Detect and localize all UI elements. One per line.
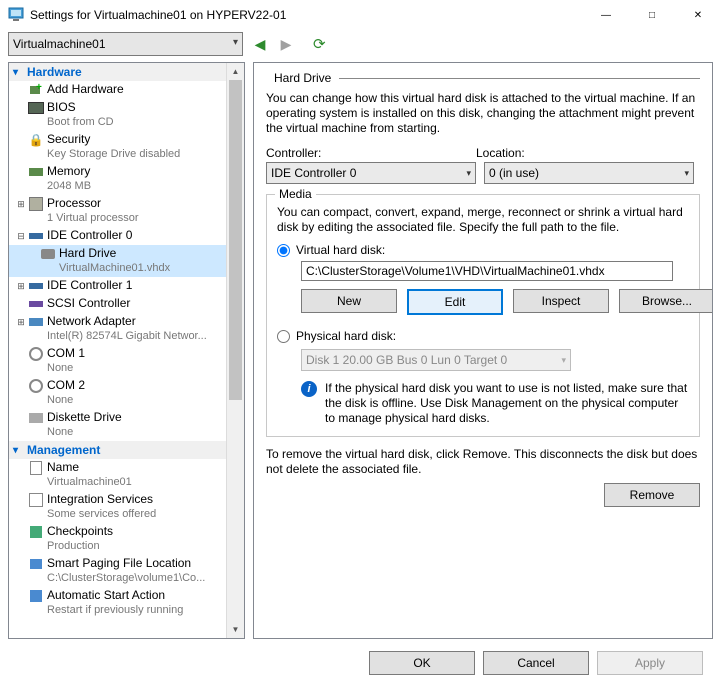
chevron-down-icon: ▾ [466,168,471,179]
tree-processor[interactable]: ⊞ Processor1 Virtual processor [9,195,226,227]
controller-icon [29,283,43,289]
maximize-button[interactable]: □ [629,0,675,30]
apply-button: Apply [597,651,703,675]
controller-icon [29,233,43,239]
new-button[interactable]: New [301,289,397,313]
tree-security[interactable]: 🔒 SecurityKey Storage Drive disabled [9,131,226,163]
diskette-icon [29,413,43,423]
nav-forward-icon: ▶ [277,36,295,53]
svg-text:+: + [36,83,42,93]
chevron-down-icon: ▾ [13,445,23,456]
cancel-button[interactable]: Cancel [483,651,589,675]
tree-scrollbar[interactable]: ▲ ▼ [226,63,244,638]
tree-name[interactable]: NameVirtualmachine01 [9,459,226,491]
panel-heading: Hard Drive [274,71,331,85]
remove-button[interactable]: Remove [604,483,700,507]
vm-selector-value: Virtualmachine01 [13,37,106,51]
tree-add-hardware[interactable]: + Add Hardware [9,81,226,99]
tree-ide1[interactable]: ⊞ IDE Controller 1 [9,277,226,295]
tree-paging-location[interactable]: Smart Paging File LocationC:\ClusterStor… [9,555,226,587]
paging-icon [30,559,42,569]
physical-disk-dropdown: Disk 1 20.00 GB Bus 0 Lun 0 Target 0 ▾ [301,349,571,371]
controller-value: IDE Controller 0 [271,166,356,180]
integration-icon [29,493,43,507]
tree-bios[interactable]: BIOSBoot from CD [9,99,226,131]
network-icon [29,318,43,326]
titlebar: Settings for Virtualmachine01 on HYPERV2… [0,0,721,30]
app-icon [8,6,24,25]
media-legend: Media [275,187,316,201]
chevron-down-icon: ▾ [561,355,566,366]
tree-scsi[interactable]: SCSI Controller [9,295,226,313]
hard-drive-icon [41,249,55,259]
media-groupbox: Media You can compact, convert, expand, … [266,194,700,437]
physical-disk-value: Disk 1 20.00 GB Bus 0 Lun 0 Target 0 [306,353,507,367]
chevron-down-icon: ▾ [684,168,689,179]
checkpoints-icon [30,526,42,538]
info-icon: i [301,381,317,397]
ok-button[interactable]: OK [369,651,475,675]
controller-label: Controller: [266,146,476,160]
chevron-down-icon: ▾ [13,67,23,78]
settings-tree: ▾ Hardware + Add Hardware BIOSBoot from … [8,62,245,639]
details-panel: Hard Drive You can change how this virtu… [253,62,713,639]
section-label: Management [27,443,100,457]
scroll-down-icon[interactable]: ▼ [227,621,244,638]
close-button[interactable]: ✕ [675,0,721,30]
panel-description: You can change how this virtual hard dis… [266,91,700,136]
minimize-button[interactable]: — [583,0,629,30]
nav-back-icon[interactable]: ◀ [251,36,269,53]
auto-start-icon [30,590,42,602]
physical-hard-disk-radio[interactable] [277,330,290,343]
browse-button[interactable]: Browse... [619,289,713,313]
tree-hard-drive[interactable]: Hard DriveVirtualMachine01.vhdx [9,245,226,277]
section-label: Hardware [27,65,82,79]
serial-port-icon [29,347,43,361]
section-hardware[interactable]: ▾ Hardware [9,63,226,81]
vhd-path-input[interactable] [301,261,673,281]
scroll-up-icon[interactable]: ▲ [227,63,244,80]
location-dropdown[interactable]: 0 (in use) ▾ [484,162,694,184]
tree-integration-services[interactable]: Integration ServicesSome services offere… [9,491,226,523]
tree-diskette[interactable]: Diskette DriveNone [9,409,226,441]
serial-port-icon [29,379,43,393]
section-management[interactable]: ▾ Management [9,441,226,459]
location-value: 0 (in use) [489,166,539,180]
refresh-icon[interactable]: ⟳ [313,35,326,53]
inspect-button[interactable]: Inspect [513,289,609,313]
tree-network-adapter[interactable]: ⊞ Network AdapterIntel(R) 82574L Gigabit… [9,313,226,345]
memory-icon [29,168,43,176]
tree-com1[interactable]: COM 1None [9,345,226,377]
remove-description: To remove the virtual hard disk, click R… [266,447,700,477]
toolbar: Virtualmachine01 ▾ ◀ ▶ ⟳ [8,30,713,58]
virtual-hard-disk-label: Virtual hard disk: [296,243,385,257]
edit-button[interactable]: Edit [407,289,503,315]
controller-dropdown[interactable]: IDE Controller 0 ▾ [266,162,476,184]
tree-memory[interactable]: Memory2048 MB [9,163,226,195]
tree-checkpoints[interactable]: CheckpointsProduction [9,523,226,555]
window-title: Settings for Virtualmachine01 on HYPERV2… [30,8,286,22]
chevron-down-icon: ▾ [233,37,238,48]
location-label: Location: [476,146,525,160]
physical-disk-info: If the physical hard disk you want to us… [325,381,689,426]
virtual-hard-disk-radio[interactable] [277,244,290,257]
physical-hard-disk-label: Physical hard disk: [296,329,396,343]
tree-ide0[interactable]: ⊟ IDE Controller 0 [9,227,226,245]
media-description: You can compact, convert, expand, merge,… [277,205,689,235]
cpu-icon [29,197,43,211]
tree-com2[interactable]: COM 2None [9,377,226,409]
dialog-button-bar: OK Cancel Apply [0,641,721,685]
tree-auto-start[interactable]: Automatic Start ActionRestart if previou… [9,587,226,619]
name-icon [30,461,42,475]
lock-icon: 🔒 [29,133,44,148]
vm-selector-dropdown[interactable]: Virtualmachine01 ▾ [8,32,243,56]
controller-icon [29,301,43,307]
